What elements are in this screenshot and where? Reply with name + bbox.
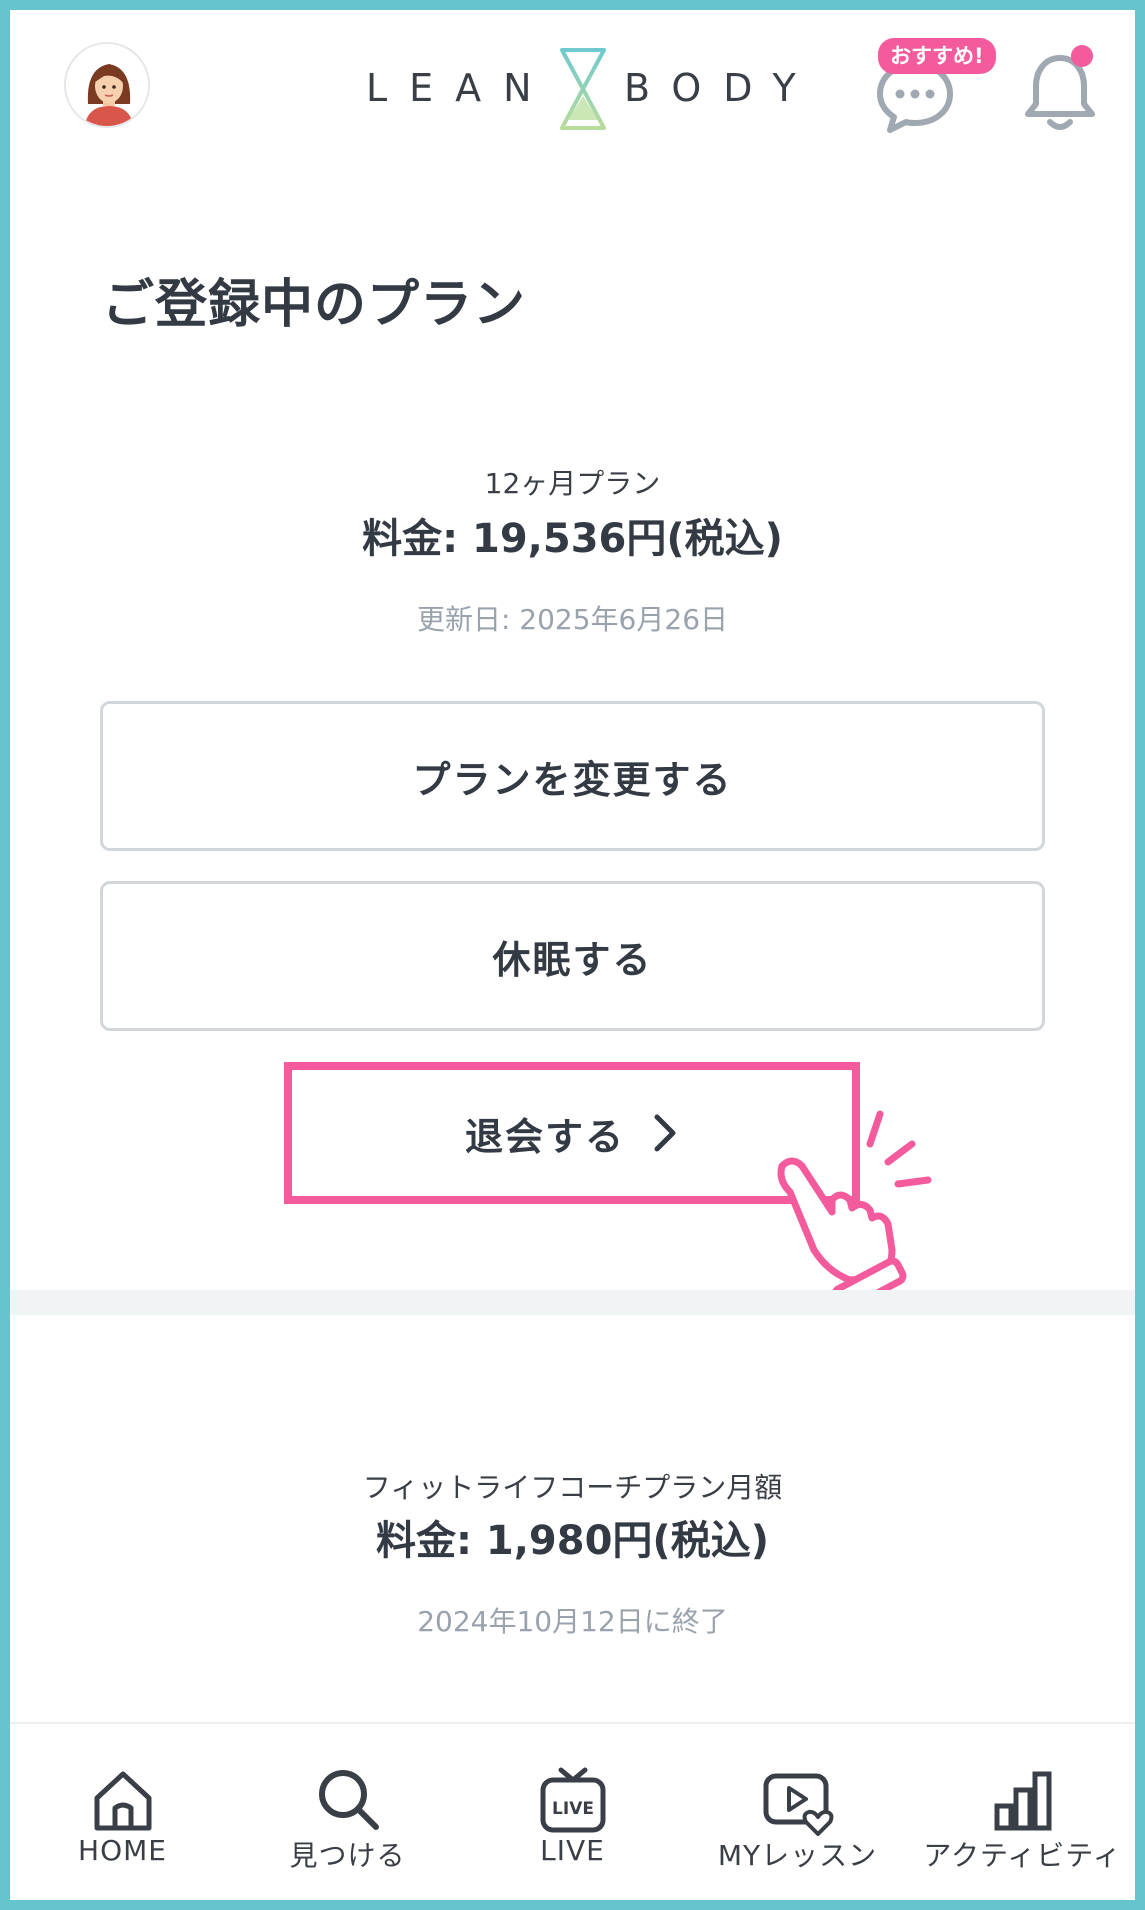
plan-end-date: 2024年10月12日に終了	[417, 1605, 728, 1638]
nav-search[interactable]: 見つける	[235, 1724, 460, 1902]
lean-body-logo: LEAN BODY	[366, 46, 796, 132]
nav-my-lesson-label: MYレッスン	[717, 1839, 878, 1872]
bell-icon	[1025, 45, 1095, 130]
withdraw-label: 退会する	[464, 1114, 625, 1159]
nav-my-lesson[interactable]: MYレッスン	[685, 1724, 910, 1902]
logo-text-left: LEAN	[366, 66, 554, 110]
chevron-right-icon	[654, 1114, 676, 1152]
recommend-badge: おすすめ!	[878, 38, 996, 74]
avatar-icon	[66, 44, 148, 126]
plan-name: フィットライフコーチプラン月額	[362, 1471, 783, 1504]
pause-button[interactable]: 休眠する	[100, 881, 1045, 1031]
activity-icon	[994, 1771, 1051, 1831]
nav-home[interactable]: HOME	[10, 1724, 235, 1902]
section-divider	[10, 1290, 1135, 1315]
bottom-nav: HOME 見つける LIVE LIVE MYレッスン アクティビティ	[10, 1722, 1135, 1900]
plan-renewal-date: 更新日: 2025年6月26日	[416, 603, 729, 636]
nav-live-label: LIVE	[540, 1834, 605, 1867]
home-icon	[94, 1771, 151, 1831]
app-header: LEAN BODY おすすめ!	[10, 10, 1135, 160]
svg-text:LIVE: LIVE	[552, 1799, 594, 1819]
nav-home-label: HOME	[78, 1834, 167, 1867]
nav-activity[interactable]: アクティビティ	[910, 1724, 1135, 1902]
live-tv-icon: LIVE	[540, 1767, 605, 1833]
pointing-hand-icon	[777, 1110, 932, 1300]
nav-activity-label: アクティビティ	[923, 1839, 1122, 1872]
notification-dot	[1071, 45, 1093, 67]
plan-price: 料金: 19,536円(税込)	[362, 516, 783, 562]
change-plan-button[interactable]: プランを変更する	[100, 701, 1045, 851]
search-icon	[318, 1770, 379, 1830]
nav-live[interactable]: LIVE LIVE	[460, 1724, 685, 1902]
nav-search-label: 見つける	[289, 1839, 406, 1872]
page-title: ご登録中のプラン	[102, 275, 527, 335]
notification-button[interactable]	[1020, 42, 1100, 134]
user-avatar[interactable]	[64, 42, 150, 128]
plan-price: 料金: 1,980円(税込)	[375, 1518, 769, 1564]
logo-text-right: BODY	[624, 66, 818, 110]
hourglass-logo-icon	[560, 48, 606, 130]
my-lesson-icon	[763, 1773, 833, 1836]
plan-name: 12ヶ月プラン	[484, 467, 661, 500]
